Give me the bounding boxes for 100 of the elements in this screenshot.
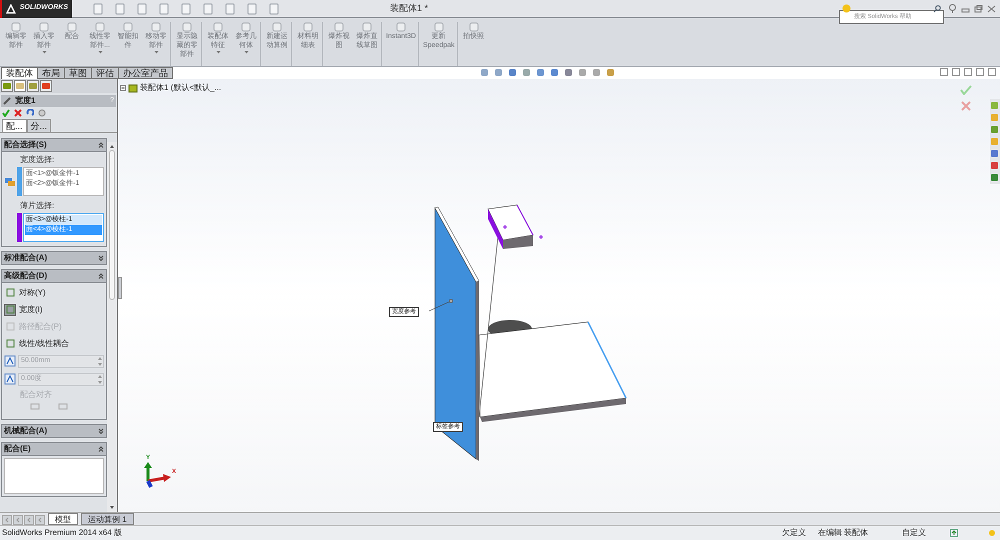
first-icon[interactable]	[2, 515, 12, 525]
caret-icon	[216, 50, 220, 54]
help-bulb-icon[interactable]	[988, 529, 996, 537]
bottom-tab[interactable]: 运动算例 1	[81, 513, 134, 525]
section-header[interactable]: 配合选择(S)	[1, 138, 107, 152]
expand-icon[interactable]	[120, 85, 126, 91]
prism-block	[488, 204, 544, 249]
assembly-icon	[2, 81, 12, 91]
window-title: 装配体1 *	[390, 2, 428, 15]
close-icon[interactable]	[988, 68, 996, 76]
previous-view-icon[interactable]	[508, 68, 517, 77]
ok-check-icon[interactable]	[2, 109, 10, 117]
selection-icon	[4, 176, 16, 188]
command-icon	[39, 22, 49, 32]
leader-line	[428, 300, 452, 312]
panel-tab[interactable]: 分...	[26, 119, 52, 132]
caret-icon	[98, 50, 102, 54]
property-icon	[15, 81, 25, 91]
zoom-area-icon[interactable]	[494, 68, 503, 77]
bottom-tab[interactable]: 模型	[48, 513, 78, 525]
command-icon	[303, 22, 313, 32]
command-icon	[151, 22, 161, 32]
field-label: 薄片选择:	[19, 200, 56, 211]
mate-option[interactable]: 线性/线性耦合	[4, 336, 104, 351]
pin-icon[interactable]	[38, 109, 46, 117]
expand-icon[interactable]	[98, 255, 104, 261]
cancel-icon[interactable]	[14, 109, 22, 117]
section-view-icon[interactable]	[522, 68, 531, 77]
tile-icon[interactable]	[940, 68, 948, 76]
last-icon[interactable]	[35, 515, 45, 525]
panel-tab[interactable]: 配...	[2, 119, 27, 132]
status-text: 欠定义	[782, 527, 806, 539]
section-header[interactable]: 机械配合(A)	[1, 424, 107, 438]
view-orientation-icon[interactable]	[536, 68, 545, 77]
manager-tab[interactable]	[1, 80, 13, 92]
cancel-icon[interactable]	[960, 101, 972, 111]
manager-tab[interactable]	[14, 80, 26, 92]
section-title: 机械配合(A)	[4, 425, 48, 437]
previous-icon[interactable]	[13, 515, 23, 525]
command-icon	[95, 22, 105, 32]
help-bulb-icon	[842, 4, 851, 13]
section-header[interactable]: 标准配合(A)	[1, 251, 107, 265]
command-tab[interactable]: 装配体	[1, 67, 38, 79]
command-tab[interactable]: 办公室产品	[118, 67, 173, 79]
ok-check-icon[interactable]	[960, 85, 972, 95]
zoom-fit-icon[interactable]	[480, 68, 489, 77]
status-text: 自定义	[902, 527, 926, 539]
restore-icon[interactable]	[974, 4, 983, 12]
scrollbar[interactable]	[107, 142, 117, 512]
manager-tab[interactable]	[40, 80, 52, 92]
reference-point	[448, 298, 454, 304]
hide-show-icon[interactable]	[564, 68, 573, 77]
command-icon	[334, 22, 344, 32]
command-icon	[123, 22, 133, 32]
command-icon	[241, 22, 251, 32]
mates-list[interactable]	[4, 458, 104, 494]
command-tab[interactable]: 布局	[37, 67, 65, 79]
status-text: 在编辑 装配体	[818, 527, 868, 539]
field-label: 配合对齐	[19, 389, 53, 401]
status-text: SolidWorks Premium 2014 x64 版	[2, 527, 122, 539]
close-icon[interactable]	[987, 4, 996, 12]
scene-icon[interactable]	[592, 68, 601, 77]
section-title: 配合选择(S)	[4, 139, 47, 151]
scroll-thumb[interactable]	[109, 150, 115, 300]
restore-icon[interactable]	[976, 68, 984, 76]
section-title: 高级配合(D)	[4, 270, 48, 282]
mate-option[interactable]: 宽度(I)	[4, 302, 104, 317]
caret-icon	[42, 50, 46, 54]
minimize-icon[interactable]	[964, 68, 972, 76]
command-icon	[213, 22, 223, 32]
appearance-icon[interactable]	[578, 68, 587, 77]
command-tab[interactable]: 草图	[64, 67, 92, 79]
mate-icon	[3, 97, 11, 105]
section-header[interactable]: 配合(E)	[1, 442, 107, 456]
appearance-icon	[41, 81, 51, 91]
panel-resize-handle[interactable]	[118, 277, 122, 299]
manager-tab[interactable]	[27, 80, 39, 92]
next-icon[interactable]	[24, 515, 34, 525]
help-icon[interactable]	[948, 4, 957, 14]
caret-icon	[154, 50, 158, 54]
collapse-icon[interactable]	[98, 446, 104, 452]
configuration-icon	[28, 81, 38, 91]
display-style-icon[interactable]	[550, 68, 559, 77]
command-icon	[396, 22, 406, 32]
command-tab[interactable]: 评估	[91, 67, 119, 79]
search-icon[interactable]	[933, 4, 941, 12]
tree-item[interactable]: 装配体1 (默认<默认_...	[140, 82, 222, 94]
field-label: 宽度选择:	[19, 154, 56, 165]
collapse-icon[interactable]	[98, 273, 104, 279]
expand-icon[interactable]	[98, 428, 104, 434]
section-header[interactable]: 高级配合(D)	[1, 269, 107, 283]
collapse-icon[interactable]	[98, 142, 104, 148]
caret-icon	[244, 50, 248, 54]
view-settings-icon[interactable]	[606, 68, 615, 77]
command-icon	[362, 22, 372, 32]
command-icon	[11, 22, 21, 32]
mate-option[interactable]: 对称(Y)	[4, 285, 104, 300]
split-icon[interactable]	[952, 68, 960, 76]
axis-triad-icon	[143, 461, 173, 489]
command-icon	[468, 22, 478, 32]
